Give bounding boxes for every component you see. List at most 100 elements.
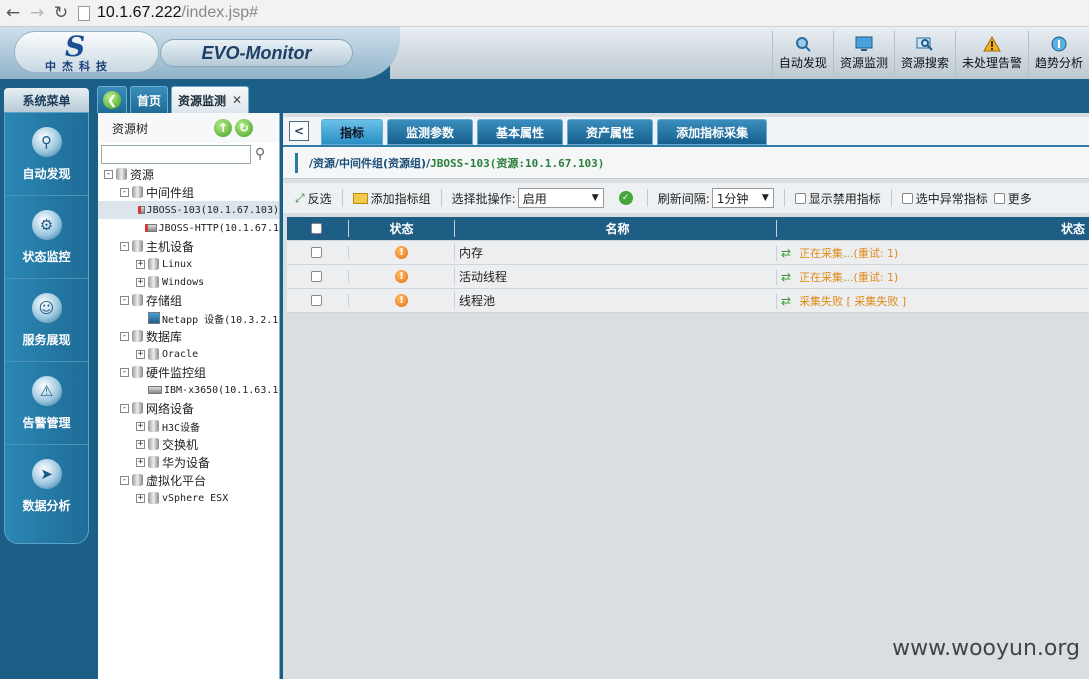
app-title: EVO-Monitor: [160, 39, 353, 67]
menu-status-monitor[interactable]: ⚙ 状态监控: [5, 196, 88, 279]
tab-monitor-params[interactable]: 监测参数: [387, 119, 474, 145]
collapse-button[interactable]: <: [289, 121, 309, 141]
nav-resource-search[interactable]: 资源搜索: [893, 31, 955, 75]
table-row[interactable]: ! 活动线程 ⇄ 正在采集...(重试: 1): [287, 265, 1089, 289]
menu-auto-discover[interactable]: ⚲ 自动发现: [5, 113, 88, 196]
add-metric-group-button[interactable]: 添加指标组: [352, 190, 431, 207]
tab-asset-attrs[interactable]: 资产属性: [567, 119, 654, 145]
database-icon: [148, 348, 159, 360]
tree-node[interactable]: - 硬件监控组: [98, 363, 279, 381]
nav-resource-monitor[interactable]: 资源监测: [832, 31, 894, 75]
expand-icon[interactable]: +: [136, 493, 145, 503]
grid-header: 状态 名称 状态: [287, 217, 1089, 241]
tab-resource-monitor[interactable]: 资源监测 ✕: [171, 86, 250, 113]
refresh-icon[interactable]: ⇄: [781, 246, 791, 260]
expand-icon[interactable]: +: [136, 457, 145, 467]
breadcrumb-path[interactable]: /资源/中间件组(资源组)/: [309, 155, 430, 171]
invert-select-button[interactable]: ⤢ 反选: [295, 190, 332, 207]
database-icon: [148, 456, 159, 468]
search-icon[interactable]: ⚲: [255, 146, 271, 162]
tree-node-label: 硬件监控组: [146, 365, 207, 380]
tab-basic-attrs[interactable]: 基本属性: [477, 119, 564, 145]
metric-name: 活动线程: [454, 268, 776, 285]
collapse-icon[interactable]: -: [120, 367, 129, 377]
reload-icon[interactable]: ↻: [50, 2, 72, 24]
expand-icon[interactable]: +: [136, 277, 145, 287]
tree-node[interactable]: - 数据库: [98, 327, 279, 345]
warning-status-icon: !: [395, 246, 408, 259]
table-row[interactable]: ! 内存 ⇄ 正在采集...(重试: 1): [287, 241, 1089, 265]
expand-icon[interactable]: +: [136, 421, 145, 431]
tree-node[interactable]: - 中间件组: [98, 183, 279, 201]
tree-node[interactable]: + Oracle: [98, 345, 279, 363]
collapse-icon[interactable]: -: [120, 295, 129, 305]
metric-name: 线程池: [454, 292, 776, 309]
tree-node[interactable]: + 华为设备: [98, 453, 279, 471]
row-checkbox[interactable]: [310, 295, 322, 306]
back-icon[interactable]: ←: [2, 2, 24, 24]
collapse-icon[interactable]: -: [120, 241, 129, 251]
tree-node[interactable]: JBOSS-HTTP(10.1.67.1: [98, 219, 279, 237]
tree-node[interactable]: + Linux: [98, 255, 279, 273]
tree-node[interactable]: - 网络设备: [98, 399, 279, 417]
header-status[interactable]: 状态: [348, 220, 454, 237]
header-name[interactable]: 名称: [454, 220, 776, 237]
tab-back-button[interactable]: ❮: [97, 86, 127, 113]
forward-icon[interactable]: →: [26, 2, 48, 24]
tree-node[interactable]: - 资源: [98, 165, 279, 183]
confirm-icon[interactable]: ✓: [618, 191, 633, 205]
collapse-icon[interactable]: -: [120, 187, 129, 197]
tree-node-label: Oracle: [162, 348, 199, 360]
back-arrow-icon: ❮: [103, 91, 121, 109]
tree-node[interactable]: - 存储组: [98, 291, 279, 309]
tree-node[interactable]: - 虚拟化平台: [98, 471, 279, 489]
nav-unhandled-alarms[interactable]: 未处理告警: [954, 31, 1028, 75]
address-bar[interactable]: 10.1.67.222/index.jsp#: [78, 2, 258, 24]
more-checkbox[interactable]: 更多: [993, 190, 1032, 207]
refresh-icon[interactable]: ⇄: [781, 270, 791, 284]
nav-trend-analysis[interactable]: 趋势分析: [1027, 31, 1089, 75]
breadcrumb-current: JBOSS-103(资源:10.1.67.103): [430, 156, 605, 170]
warning-icon: [983, 36, 1001, 52]
table-row[interactable]: ! 线程池 ⇄ 采集失败 [ 采集失败 ]: [287, 289, 1089, 313]
tab-home[interactable]: 首页: [130, 86, 169, 113]
collect-status: 采集失败 [ 采集失败 ]: [799, 294, 907, 308]
expand-icon[interactable]: +: [136, 259, 145, 269]
tree-node-label: JBOSS-103(10.1.67.103): [146, 204, 279, 216]
expand-icon[interactable]: +: [136, 439, 145, 449]
refresh-interval-select[interactable]: 1分钟 ▼: [711, 188, 774, 208]
up-arrow-icon[interactable]: ↑: [214, 119, 232, 137]
show-disabled-checkbox[interactable]: 显示禁用指标: [794, 190, 881, 207]
expand-icon[interactable]: +: [136, 349, 145, 359]
collapse-icon[interactable]: -: [120, 331, 129, 341]
refresh-icon[interactable]: ⇄: [781, 294, 791, 308]
database-icon: [132, 186, 143, 198]
tree-node[interactable]: IBM-x3650(10.1.63.1: [98, 381, 279, 399]
tab-metrics[interactable]: 指标: [321, 119, 384, 145]
tree-node[interactable]: + vSphere ESX: [98, 489, 279, 507]
select-abnormal-checkbox[interactable]: 选中异常指标: [901, 190, 988, 207]
collapse-icon[interactable]: -: [104, 169, 113, 179]
tab-add-metric-collection[interactable]: 添加指标采集: [657, 119, 768, 145]
tree-node[interactable]: + Windows: [98, 273, 279, 291]
tree-node[interactable]: + H3C设备: [98, 417, 279, 435]
row-checkbox[interactable]: [310, 271, 322, 282]
close-icon[interactable]: ✕: [232, 93, 242, 107]
menu-service-view[interactable]: ☺ 服务展现: [5, 279, 88, 362]
menu-data-analysis[interactable]: ➤ 数据分析: [5, 445, 88, 528]
tree-node[interactable]: JBOSS-103(10.1.67.103): [98, 201, 279, 219]
select-all-checkbox[interactable]: [310, 223, 322, 234]
tree-search-input[interactable]: [101, 144, 251, 164]
nav-auto-discover[interactable]: 自动发现: [771, 31, 833, 75]
header-collect-status[interactable]: 状态: [776, 220, 1089, 237]
batch-select[interactable]: 启用 ▼: [517, 188, 604, 208]
collapse-icon[interactable]: -: [120, 403, 129, 413]
tree-node[interactable]: - 主机设备: [98, 237, 279, 255]
tree-node[interactable]: + 交换机: [98, 435, 279, 453]
database-icon: [132, 474, 143, 486]
refresh-icon[interactable]: ↻: [235, 119, 253, 137]
collapse-icon[interactable]: -: [120, 475, 129, 485]
tree-node[interactable]: Netapp 设备(10.3.2.1: [98, 309, 279, 327]
menu-alarm-management[interactable]: ⚠ 告警管理: [5, 362, 88, 445]
row-checkbox[interactable]: [310, 247, 322, 258]
